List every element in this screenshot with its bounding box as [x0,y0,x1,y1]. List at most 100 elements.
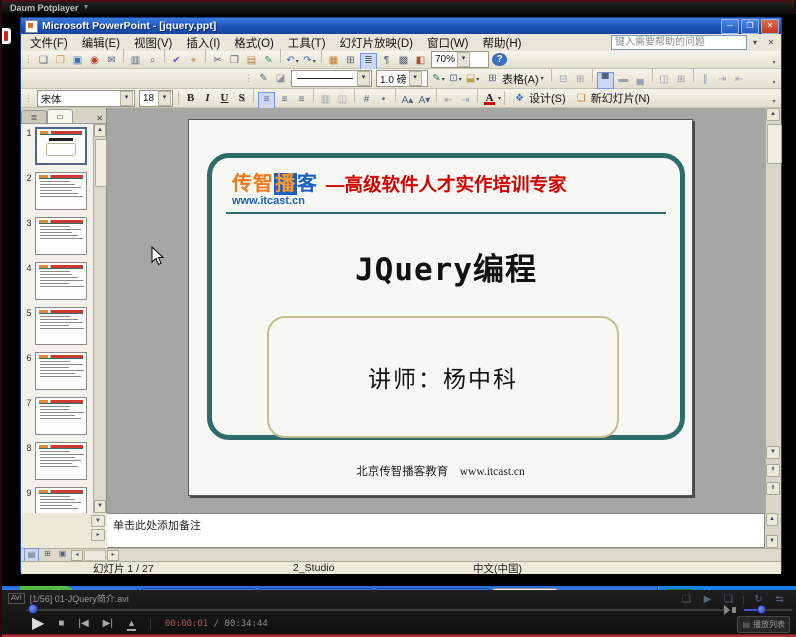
notes-pane[interactable]: 单击此处添加备注 [107,513,765,548]
align-top-icon[interactable]: ▀ [597,72,614,89]
draw-table-icon[interactable]: ✎ [256,71,271,86]
decrease-font-size-icon[interactable]: A▾ [417,93,432,108]
potplayer-titlebar[interactable]: Daum Potplayer ▼ [2,0,794,14]
panel-bottom-next-icon[interactable]: ▸ [91,529,105,541]
permission-icon[interactable]: ◉ [87,53,102,68]
panel-scrollbar[interactable]: ▲ ▼ [93,124,106,513]
numbering-icon[interactable]: # [359,92,374,107]
save-icon[interactable]: ▣ [70,53,85,68]
spelling-icon[interactable]: ✔ [169,53,184,68]
scroll-thumb[interactable] [767,124,782,164]
shuffle-mode-icon[interactable]: ⇆ [772,592,787,607]
show-grid-icon[interactable]: ▩ [396,53,411,68]
powerpoint-titlebar[interactable]: Microsoft PowerPoint - [jquery.ppt] ─ ❐ … [21,18,781,34]
panel-bottom-scroll-icon[interactable]: ▼ [91,515,105,527]
slide-thumbnail[interactable] [35,217,87,255]
print-preview-icon[interactable]: ⌕ [145,53,160,68]
slide-thumbnail[interactable] [35,127,87,165]
toolbar-grip[interactable]: ⋮ [24,93,32,104]
cut-icon[interactable]: ✂ [210,53,225,68]
next-button[interactable]: ▶| [103,615,113,633]
stop-button[interactable]: ■ [58,615,64,633]
insert-table-icon[interactable]: ⊞ [343,53,358,68]
paste-icon[interactable]: ▤ [244,53,259,68]
dropdown-arrow-icon[interactable]: ▾ [476,77,479,83]
open-icon[interactable]: ❐ [53,53,68,68]
hscroll-track[interactable] [84,550,106,561]
italic-button[interactable]: I [200,91,215,106]
font-size-dropdown-icon[interactable]: ▾ [158,91,171,106]
align-right-icon[interactable]: ≡ [294,92,309,107]
tab-slides[interactable]: ▭ [47,109,73,123]
distribute-text-icon[interactable]: ▥ [318,92,333,107]
align-left-icon[interactable]: ≡ [258,92,275,109]
play-button[interactable]: ▶ [32,615,44,633]
ab-repeat-play-icon[interactable]: ▶ [700,592,715,607]
line-style-dropdown-icon[interactable]: ▾ [357,71,370,86]
slide-design-button[interactable]: ❖ 设计(S) [508,90,570,106]
font-size-combobox[interactable]: 18 ▾ [139,90,173,107]
scroll-down-icon[interactable]: ▼ [766,446,780,459]
change-text-direction-icon[interactable]: ∥ [698,72,713,87]
seek-handle[interactable] [28,604,38,614]
toolbar-options-icon[interactable]: ▾ [769,59,779,68]
seek-bar[interactable] [26,609,726,611]
menubar-close-icon[interactable]: ✕ [763,38,779,47]
slide-thumbnail[interactable] [35,307,87,345]
dropdown-arrow-icon[interactable]: ▾ [313,59,316,65]
undo-icon[interactable]: ↶▾ [285,53,300,68]
increase-indent-icon[interactable]: ⇥ [458,93,473,108]
playlist-toggle-button[interactable]: ▤ 播放列表 [737,616,790,633]
font-color-button[interactable]: A [482,91,497,106]
slide[interactable]: 传智播客 www.itcast.cn —高级软件人才实作培训专家 JQuery编… [188,119,693,496]
toolbar-grip[interactable]: ⋮ [24,54,32,65]
zoom-combobox[interactable]: 70% ▾ [431,51,489,68]
expand-all-icon[interactable]: ≣ [360,53,377,70]
slide-thumbnail[interactable] [35,487,87,513]
panel-close-icon[interactable]: ✕ [93,114,106,123]
restore-button[interactable]: ❐ [741,19,759,34]
help-dropdown-icon[interactable]: ▾ [747,38,763,47]
slide-thumbnail[interactable] [35,262,87,300]
fill-color-icon[interactable]: ⬓▾ [465,71,480,86]
toolbar-options-icon[interactable]: ▾ [769,98,779,107]
toolbar-options-icon[interactable]: ▾ [769,79,779,88]
format-painter-icon[interactable]: ✎ [261,53,276,68]
ab-repeat-a-icon[interactable]: ❏ [679,592,694,607]
slideshow-view-icon[interactable]: ▣ [56,548,69,560]
show-formatting-icon[interactable]: ¶ [379,53,394,68]
new-slide-button[interactable]: ❏ 新幻灯片(N) [570,90,654,106]
minimize-button[interactable]: ─ [721,19,739,34]
dropdown-arrow-icon[interactable]: ▾ [296,59,299,65]
insert-column-right-icon[interactable]: ⇥ [715,72,730,87]
merge-cells-icon[interactable]: ⊟ [556,72,571,87]
close-button[interactable]: ✕ [761,19,779,34]
copy-icon[interactable]: ❒ [227,53,242,68]
menu-help[interactable]: 帮助(H) [476,34,529,52]
columns-icon[interactable]: ◫ [335,92,350,107]
toolbar-grip[interactable]: ⋮ [244,73,252,84]
hscroll-right-icon[interactable]: ▸ [107,550,119,561]
font-name-dropdown-icon[interactable]: ▾ [120,91,133,106]
slide-thumbnail[interactable] [35,172,87,210]
redo-icon[interactable]: ↷▾ [302,53,317,68]
table-menu-button[interactable]: ⊞ 表格(A) ▾ [481,71,548,87]
normal-view-icon[interactable]: ▤ [24,548,39,562]
dropdown-arrow-icon[interactable]: ▾ [459,77,462,83]
slide-thumbnail[interactable] [35,442,87,480]
align-bottom-icon[interactable]: ▄ [633,72,648,87]
split-cells-icon[interactable]: ⊞ [573,72,588,87]
open-file-button[interactable]: ▲ [127,617,136,631]
volume-icon[interactable] [732,607,736,613]
bullets-icon[interactable]: • [376,92,391,107]
slide-thumbnail[interactable] [35,352,87,390]
slide-canvas[interactable]: 传智播客 www.itcast.cn —高级软件人才实作培训专家 JQuery编… [107,108,765,513]
line-width-dropdown-icon[interactable]: ▾ [409,71,422,86]
next-slide-icon[interactable]: ⇟ [766,482,780,495]
new-document-icon[interactable]: ❏ [36,53,51,68]
center-vertically-icon[interactable]: ▬ [616,72,631,87]
video-display-area[interactable]: Microsoft PowerPoint - [jquery.ppt] ─ ❐ … [2,14,796,590]
increase-font-size-icon[interactable]: A▴ [400,93,415,108]
font-name-combobox[interactable]: 宋体 ▾ [37,90,135,107]
line-width-combobox[interactable]: 1.0 磅 ▾ [376,70,428,87]
